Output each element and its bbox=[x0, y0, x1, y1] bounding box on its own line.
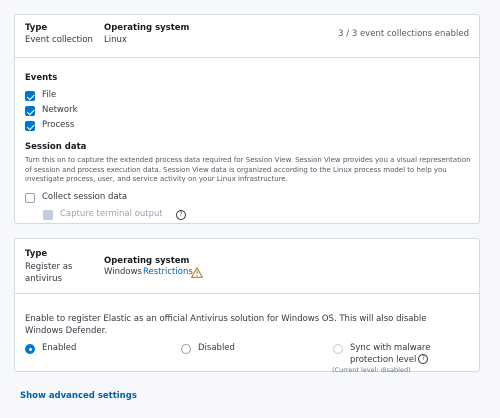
radio-disabled-icon bbox=[333, 344, 343, 354]
event-collections-summary: 3 / 3 event collections enabled bbox=[338, 29, 469, 39]
question-circle-icon[interactable]: ? bbox=[176, 210, 186, 220]
checkbox-checked-icon bbox=[25, 106, 35, 116]
event-file-checkbox[interactable]: File bbox=[25, 90, 145, 103]
collect-session-data-label: Collect session data bbox=[42, 192, 128, 202]
type-value: Register as antivirus bbox=[25, 262, 73, 284]
checkbox-unchecked-icon bbox=[25, 193, 35, 203]
capture-terminal-output-label: Capture terminal output bbox=[60, 209, 163, 219]
event-file-label: File bbox=[42, 90, 57, 100]
question-circle-icon[interactable]: ? bbox=[418, 354, 429, 364]
capture-terminal-output-checkbox[interactable]: Capture terminal output ? bbox=[43, 209, 203, 222]
antivirus-description: Enable to register Elastic as an officia… bbox=[25, 314, 427, 336]
type-label: Type bbox=[25, 23, 48, 33]
radio-unselected-icon bbox=[181, 344, 191, 354]
show-advanced-settings-link[interactable]: Show advanced settings bbox=[20, 391, 137, 401]
os-value: Windows bbox=[104, 267, 142, 277]
session-data-heading: Session data bbox=[25, 142, 87, 152]
checkbox-checked-icon bbox=[25, 121, 35, 131]
events-heading: Events bbox=[25, 73, 58, 83]
os-label: Operating system bbox=[104, 256, 190, 266]
linux-event-collection-panel: Type Event collection Operating system L… bbox=[14, 14, 480, 224]
register-antivirus-panel: Type Register as antivirus Operating sys… bbox=[14, 238, 480, 372]
header-divider bbox=[15, 293, 479, 294]
event-process-label: Process bbox=[42, 120, 75, 130]
antivirus-disabled-label: Disabled bbox=[198, 343, 235, 353]
event-network-checkbox[interactable]: Network bbox=[25, 105, 145, 118]
session-data-description: Turn this on to capture the extended pro… bbox=[25, 156, 471, 183]
event-network-label: Network bbox=[42, 105, 78, 115]
os-label: Operating system bbox=[104, 23, 190, 33]
os-value: Linux bbox=[104, 35, 127, 45]
type-value: Event collection bbox=[25, 35, 93, 45]
header-divider bbox=[15, 57, 479, 58]
warning-icon[interactable] bbox=[191, 267, 203, 278]
checkbox-disabled-icon bbox=[43, 210, 53, 220]
antivirus-enabled-label: Enabled bbox=[42, 343, 77, 353]
collect-session-data-checkbox[interactable]: Collect session data bbox=[25, 192, 175, 205]
checkbox-checked-icon bbox=[25, 91, 35, 101]
antivirus-sync-label: Sync with malware protection level? bbox=[350, 343, 431, 365]
current-level-note: (Current level: disabled) bbox=[332, 366, 411, 374]
radio-selected-icon bbox=[25, 344, 35, 354]
event-process-checkbox[interactable]: Process bbox=[25, 120, 145, 133]
restrictions-link[interactable]: Restrictions bbox=[143, 267, 193, 277]
antivirus-disabled-radio[interactable]: Disabled bbox=[181, 343, 291, 356]
type-label: Type bbox=[25, 249, 48, 259]
antivirus-enabled-radio[interactable]: Enabled bbox=[25, 343, 135, 356]
